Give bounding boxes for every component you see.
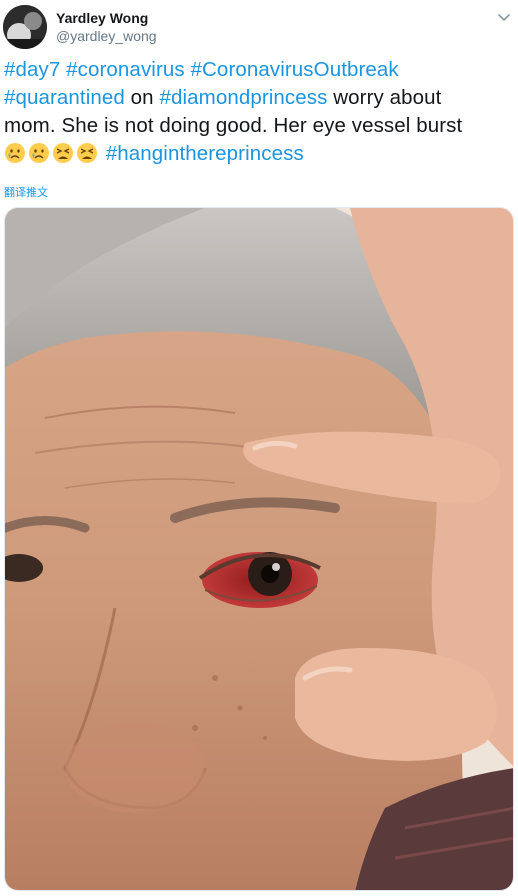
tweet-text-line-1: #day7 #coronavirus #CoronavirusOutbreak bbox=[4, 56, 514, 84]
hashtag-link[interactable]: #CoronavirusOutbreak bbox=[191, 58, 399, 81]
author-handle[interactable]: @yardley_wong bbox=[56, 27, 157, 45]
hashtag-link[interactable]: #diamondprincess bbox=[159, 86, 327, 109]
photo-image bbox=[5, 208, 513, 890]
author-block: Yardley Wong @yardley_wong bbox=[56, 9, 157, 45]
tweet-photo[interactable] bbox=[4, 207, 514, 891]
tweet-text-line-2: #quarantined on #diamondprincess worry a… bbox=[4, 84, 514, 112]
hashtag-link[interactable]: #hanginthereprincess bbox=[106, 142, 304, 165]
tweet-text-fragment: worry about bbox=[327, 86, 442, 109]
hashtag-link[interactable]: #day7 bbox=[4, 58, 60, 81]
tweet-card: Yardley Wong @yardley_wong #day7 #corona… bbox=[0, 0, 518, 896]
hashtag-link[interactable]: #quarantined bbox=[4, 86, 125, 109]
tweet-text-line-3: mom. She is not doing good. Her eye vess… bbox=[4, 114, 463, 137]
tweet-text-line-4: #hanginthereprincess bbox=[4, 140, 514, 168]
avatar[interactable] bbox=[3, 5, 47, 49]
crying-face-icon bbox=[5, 143, 25, 163]
crying-face-icon bbox=[29, 143, 49, 163]
avatar-image bbox=[3, 5, 47, 49]
hashtag-link[interactable]: #coronavirus bbox=[66, 58, 185, 81]
tweet-text-fragment: on bbox=[124, 86, 160, 109]
tired-face-icon bbox=[53, 143, 73, 163]
tweet-text: #day7 #coronavirus #CoronavirusOutbreak … bbox=[4, 56, 514, 168]
tired-face-icon bbox=[77, 143, 97, 163]
author-display-name[interactable]: Yardley Wong bbox=[56, 9, 157, 27]
translate-tweet-link[interactable]: 翻译推文 bbox=[4, 184, 48, 200]
more-options-chevron-down-icon[interactable] bbox=[496, 9, 512, 25]
